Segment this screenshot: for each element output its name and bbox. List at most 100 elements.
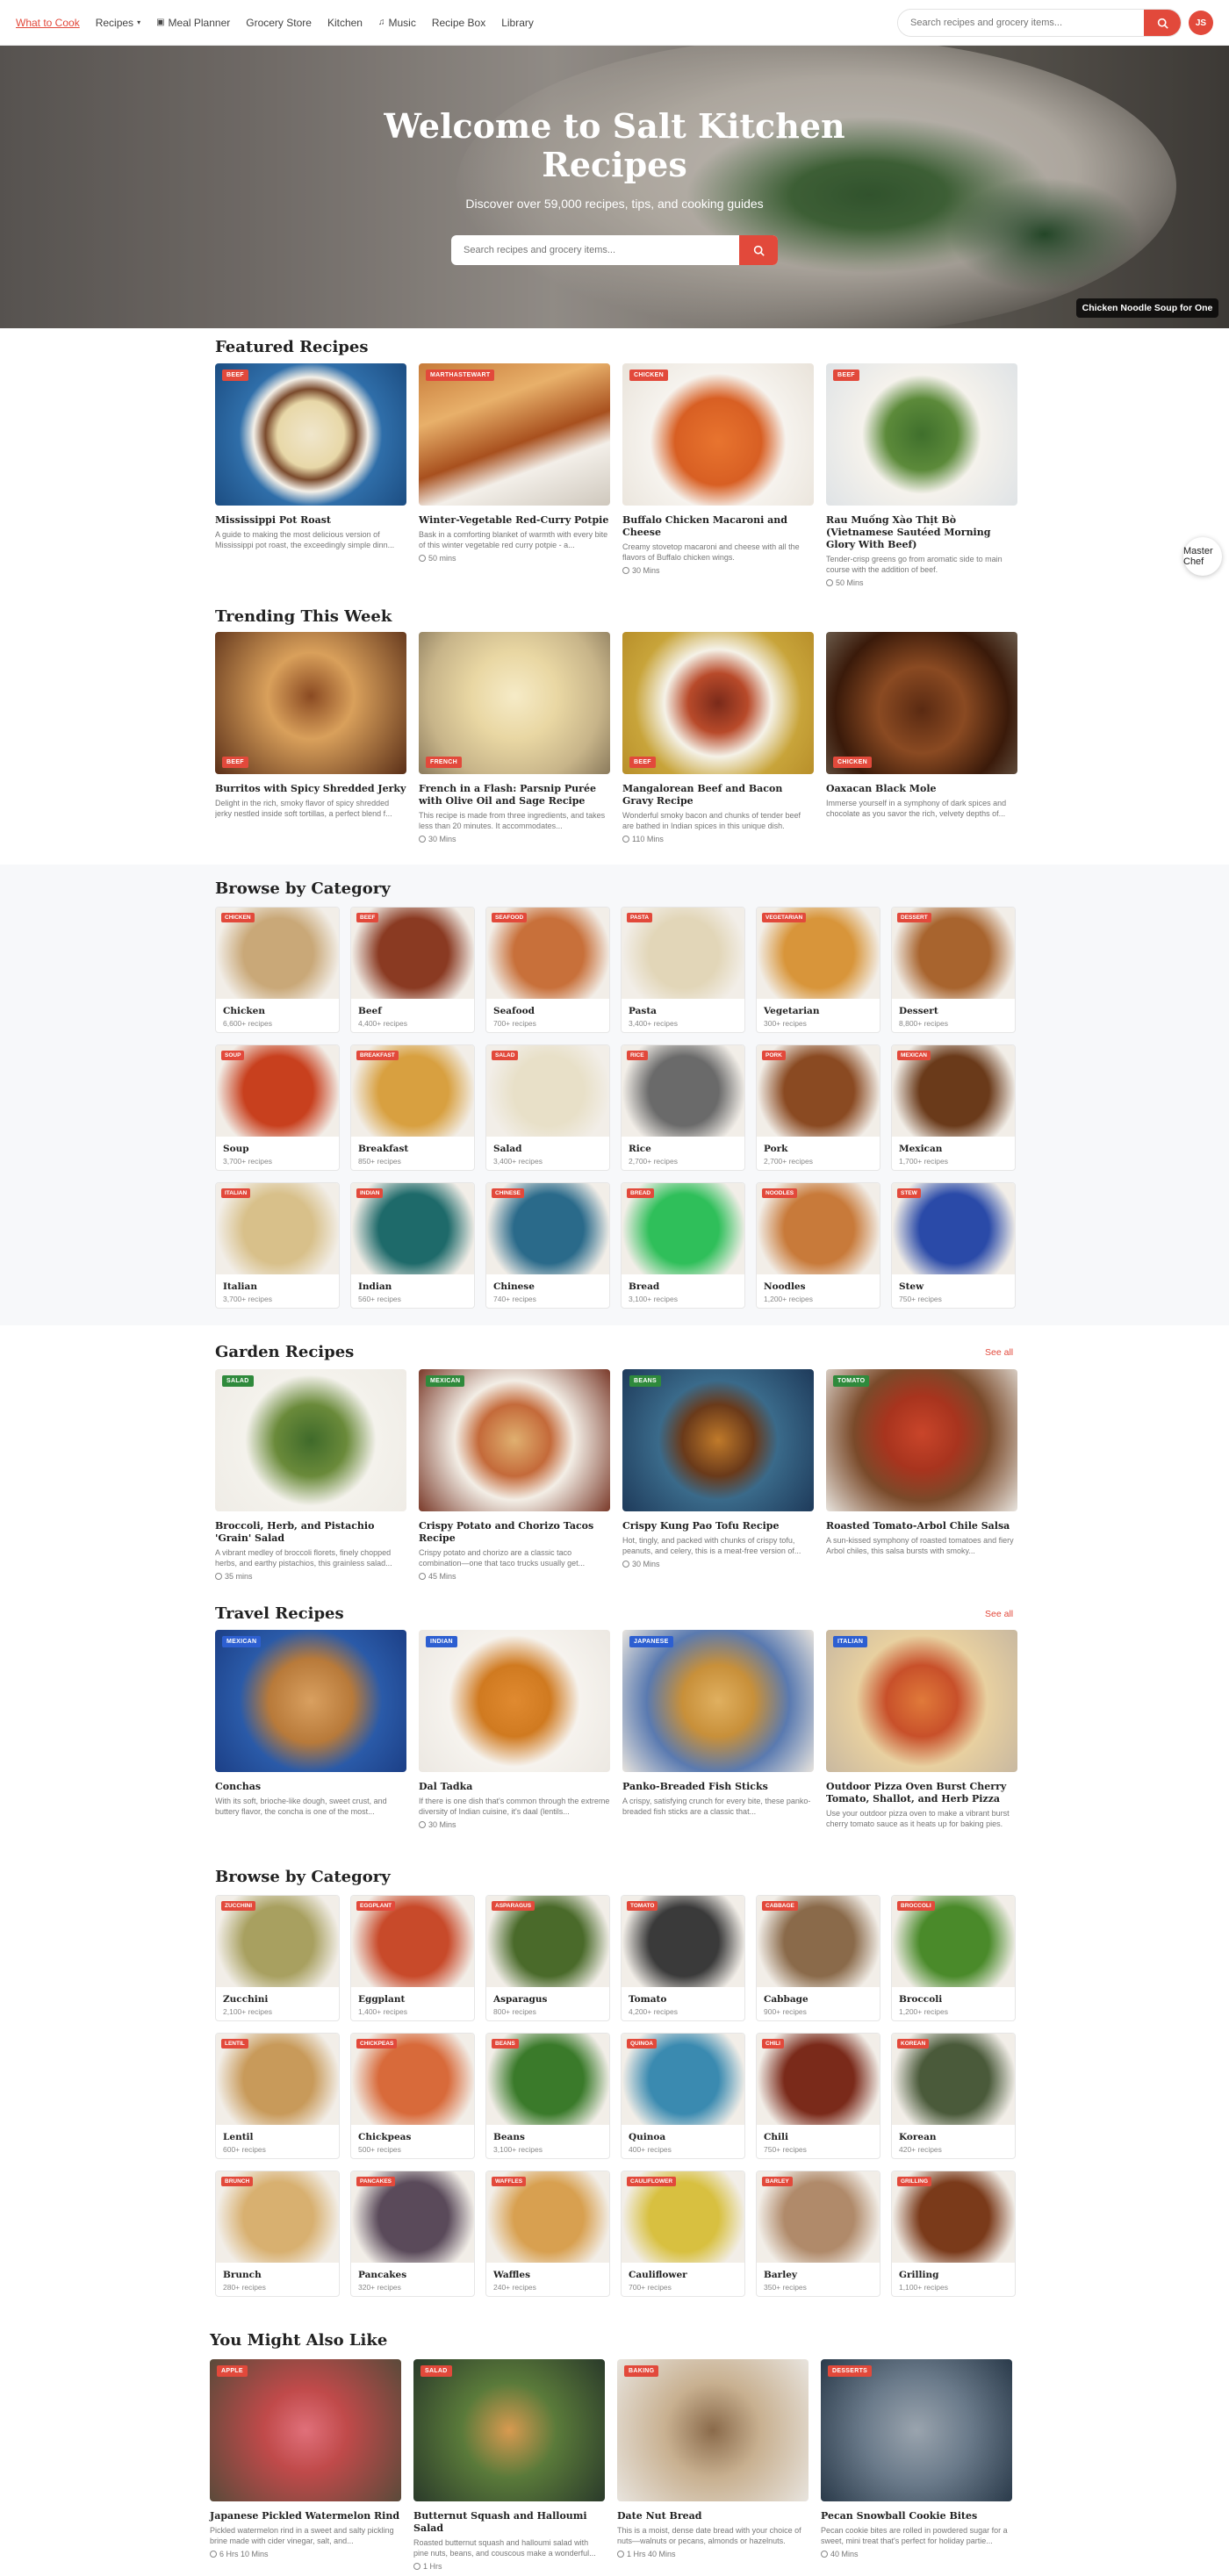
browse1-category-chicken[interactable]: Chicken Chicken 6,600+ recipes — [215, 907, 340, 1033]
garden-card-4[interactable]: TOMATO Roasted Tomato-Arbol Chile Salsa A … — [826, 1369, 1017, 1556]
also_like-card-4[interactable]: DESSERTS Pecan Snowball Cookie Bites Pecan… — [821, 2359, 1012, 2558]
garden-card-title[interactable]: Roasted Tomato-Arbol Chile Salsa — [826, 1520, 1017, 1532]
travel-card-title[interactable]: Conchas — [215, 1781, 406, 1793]
browse2-category-asparagus[interactable]: Asparagus Asparagus 800+ recipes — [485, 1895, 610, 2021]
also_like-card-2[interactable]: SALAD Butternut Squash and Halloumi Salad… — [413, 2359, 605, 2571]
browse2-category-pancakes[interactable]: Pancakes Pancakes 320+ recipes — [350, 2171, 475, 2297]
featured-card-3[interactable]: CHICKEN Buffalo Chicken Macaroni and Chee… — [622, 363, 814, 575]
featured-card-image[interactable]: CHICKEN — [622, 363, 814, 506]
browse2-category-korean[interactable]: Korean Korean 420+ recipes — [891, 2033, 1016, 2159]
travel-card-3[interactable]: JAPANESE Panko-Breaded Fish Sticks A crisp… — [622, 1630, 814, 1817]
avatar[interactable]: JS — [1189, 11, 1213, 35]
featured-card-title[interactable]: Winter-Vegetable Red-Curry Potpie — [419, 514, 610, 527]
browse2-category-waffles[interactable]: Waffles Waffles 240+ recipes — [485, 2171, 610, 2297]
hero-search-button[interactable] — [739, 235, 778, 265]
travel-card-title[interactable]: Panko-Breaded Fish Sticks — [622, 1781, 814, 1793]
garden-card-image[interactable]: TOMATO — [826, 1369, 1017, 1511]
master-chef-button[interactable]: Master Chef — [1183, 537, 1222, 576]
travel-card-image[interactable]: MEXICAN — [215, 1630, 406, 1772]
trending-card-image[interactable]: BEEF — [215, 632, 406, 774]
trending-card-image[interactable]: CHICKEN — [826, 632, 1017, 774]
browse1-category-vegetarian[interactable]: Vegetarian Vegetarian 300+ recipes — [756, 907, 880, 1033]
garden-card-3[interactable]: BEANS Crispy Kung Pao Tofu Recipe Hot, tin… — [622, 1369, 814, 1568]
browse2-category-cauliflower[interactable]: Cauliflower Cauliflower 700+ recipes — [621, 2171, 745, 2297]
trending-card-2[interactable]: FRENCH French in a Flash: Parsnip Purée w… — [419, 632, 610, 843]
nav-what-to-cook[interactable]: What to Cook — [16, 17, 80, 29]
also_like-card-title[interactable]: Japanese Pickled Watermelon Rind — [210, 2510, 401, 2522]
browse2-category-quinoa[interactable]: Quinoa Quinoa 400+ recipes — [621, 2033, 745, 2159]
also_like-card-image[interactable]: APPLE — [210, 2359, 401, 2501]
featured-card-2[interactable]: MARTHASTEWART Winter-Vegetable Red-Curry … — [419, 363, 610, 563]
browse1-category-breakfast[interactable]: Breakfast Breakfast 850+ recipes — [350, 1044, 475, 1171]
browse1-category-beef[interactable]: Beef Beef 4,400+ recipes — [350, 907, 475, 1033]
garden-card-image[interactable]: BEANS — [622, 1369, 814, 1511]
browse1-category-dessert[interactable]: Dessert Dessert 8,800+ recipes — [891, 907, 1016, 1033]
trending-card-title[interactable]: French in a Flash: Parsnip Purée with Ol… — [419, 783, 610, 807]
browse2-category-lentil[interactable]: Lentil Lentil 600+ recipes — [215, 2033, 340, 2159]
nav-music[interactable]: ♫ Music — [378, 17, 416, 29]
also_like-card-title[interactable]: Date Nut Bread — [617, 2510, 809, 2522]
hero-caption[interactable]: Chicken Noodle Soup for One — [1076, 298, 1218, 318]
featured-card-image[interactable]: BEEF — [215, 363, 406, 506]
browse1-category-italian[interactable]: Italian Italian 3,700+ recipes — [215, 1182, 340, 1309]
browse2-category-chili[interactable]: Chili Chili 750+ recipes — [756, 2033, 880, 2159]
browse2-category-tomato[interactable]: Tomato Tomato 4,200+ recipes — [621, 1895, 745, 2021]
featured-card-4[interactable]: BEEF Rau Muống Xào Thịt Bò (Vietnamese Sa… — [826, 363, 1017, 587]
browse1-category-rice[interactable]: Rice Rice 2,700+ recipes — [621, 1044, 745, 1171]
also_like-card-image[interactable]: BAKING — [617, 2359, 809, 2501]
garden-card-title[interactable]: Broccoli, Herb, and Pistachio 'Grain' Sa… — [215, 1520, 406, 1545]
featured-card-image[interactable]: MARTHASTEWART — [419, 363, 610, 506]
browse2-category-chickpeas[interactable]: Chickpeas Chickpeas 500+ recipes — [350, 2033, 475, 2159]
garden-card-title[interactable]: Crispy Potato and Chorizo Tacos Recipe — [419, 1520, 610, 1545]
trending-card-title[interactable]: Burritos with Spicy Shredded Jerky — [215, 783, 406, 795]
featured-card-1[interactable]: BEEF Mississippi Pot Roast A guide to maki… — [215, 363, 406, 550]
trending-card-image[interactable]: FRENCH — [419, 632, 610, 774]
also_like-card-image[interactable]: SALAD — [413, 2359, 605, 2501]
featured-card-title[interactable]: Buffalo Chicken Macaroni and Cheese — [622, 514, 814, 539]
browse2-category-broccoli[interactable]: Broccoli Broccoli 1,200+ recipes — [891, 1895, 1016, 2021]
travel-card-1[interactable]: MEXICAN Conchas With its soft, brioche-lik… — [215, 1630, 406, 1817]
trending-card-image[interactable]: BEEF — [622, 632, 814, 774]
garden-card-2[interactable]: MEXICAN Crispy Potato and Chorizo Tacos R… — [419, 1369, 610, 1581]
travel-card-title[interactable]: Outdoor Pizza Oven Burst Cherry Tomato, … — [826, 1781, 1017, 1805]
featured-card-image[interactable]: BEEF — [826, 363, 1017, 506]
browse1-category-chinese[interactable]: Chinese Chinese 740+ recipes — [485, 1182, 610, 1309]
browse1-category-bread[interactable]: Bread Bread 3,100+ recipes — [621, 1182, 745, 1309]
browse1-category-noodles[interactable]: Noodles Noodles 1,200+ recipes — [756, 1182, 880, 1309]
also_like-card-3[interactable]: BAKING Date Nut Bread This is a moist, den… — [617, 2359, 809, 2558]
garden-card-1[interactable]: SALAD Broccoli, Herb, and Pistachio 'Grai… — [215, 1369, 406, 1581]
also_like-card-title[interactable]: Pecan Snowball Cookie Bites — [821, 2510, 1012, 2522]
also_like-card-1[interactable]: APPLE Japanese Pickled Watermelon Rind Pic… — [210, 2359, 401, 2558]
nav-grocery-store[interactable]: Grocery Store — [246, 17, 312, 29]
browse2-category-grilling[interactable]: Grilling Grilling 1,100+ recipes — [891, 2171, 1016, 2297]
travel-card-2[interactable]: INDIAN Dal Tadka If there is one dish that… — [419, 1630, 610, 1829]
trending-card-4[interactable]: CHICKEN Oaxacan Black Mole Immerse yoursel… — [826, 632, 1017, 819]
browse2-category-brunch[interactable]: Brunch Brunch 280+ recipes — [215, 2171, 340, 2297]
garden-see-all-link[interactable]: See all — [985, 1347, 1013, 1358]
browse1-category-soup[interactable]: Soup Soup 3,700+ recipes — [215, 1044, 340, 1171]
travel-card-image[interactable]: JAPANESE — [622, 1630, 814, 1772]
nav-search-button[interactable] — [1144, 10, 1181, 36]
also_like-card-title[interactable]: Butternut Squash and Halloumi Salad — [413, 2510, 605, 2535]
nav-library[interactable]: Library — [501, 17, 534, 29]
browse2-category-barley[interactable]: Barley Barley 350+ recipes — [756, 2171, 880, 2297]
travel-card-image[interactable]: INDIAN — [419, 1630, 610, 1772]
trending-card-title[interactable]: Oaxacan Black Mole — [826, 783, 1017, 795]
browse2-category-cabbage[interactable]: Cabbage Cabbage 900+ recipes — [756, 1895, 880, 2021]
browse1-category-pasta[interactable]: Pasta Pasta 3,400+ recipes — [621, 907, 745, 1033]
browse2-category-zucchini[interactable]: Zucchini Zucchini 2,100+ recipes — [215, 1895, 340, 2021]
nav-kitchen[interactable]: Kitchen — [327, 17, 363, 29]
browse2-category-beans[interactable]: Beans Beans 3,100+ recipes — [485, 2033, 610, 2159]
hero-search-input[interactable] — [451, 245, 739, 255]
trending-card-1[interactable]: BEEF Burritos with Spicy Shredded Jerky De… — [215, 632, 406, 819]
browse1-category-mexican[interactable]: Mexican Mexican 1,700+ recipes — [891, 1044, 1016, 1171]
browse1-category-salad[interactable]: Salad Salad 3,400+ recipes — [485, 1044, 610, 1171]
browse2-category-eggplant[interactable]: Eggplant Eggplant 1,400+ recipes — [350, 1895, 475, 2021]
travel-card-image[interactable]: ITALIAN — [826, 1630, 1017, 1772]
browse1-category-pork[interactable]: Pork Pork 2,700+ recipes — [756, 1044, 880, 1171]
featured-card-title[interactable]: Rau Muống Xào Thịt Bò (Vietnamese Sautée… — [826, 514, 1017, 551]
browse1-category-stew[interactable]: Stew Stew 750+ recipes — [891, 1182, 1016, 1309]
garden-card-title[interactable]: Crispy Kung Pao Tofu Recipe — [622, 1520, 814, 1532]
nav-recipes[interactable]: Recipes ▾ — [96, 17, 140, 29]
nav-search-input[interactable] — [898, 18, 1144, 28]
